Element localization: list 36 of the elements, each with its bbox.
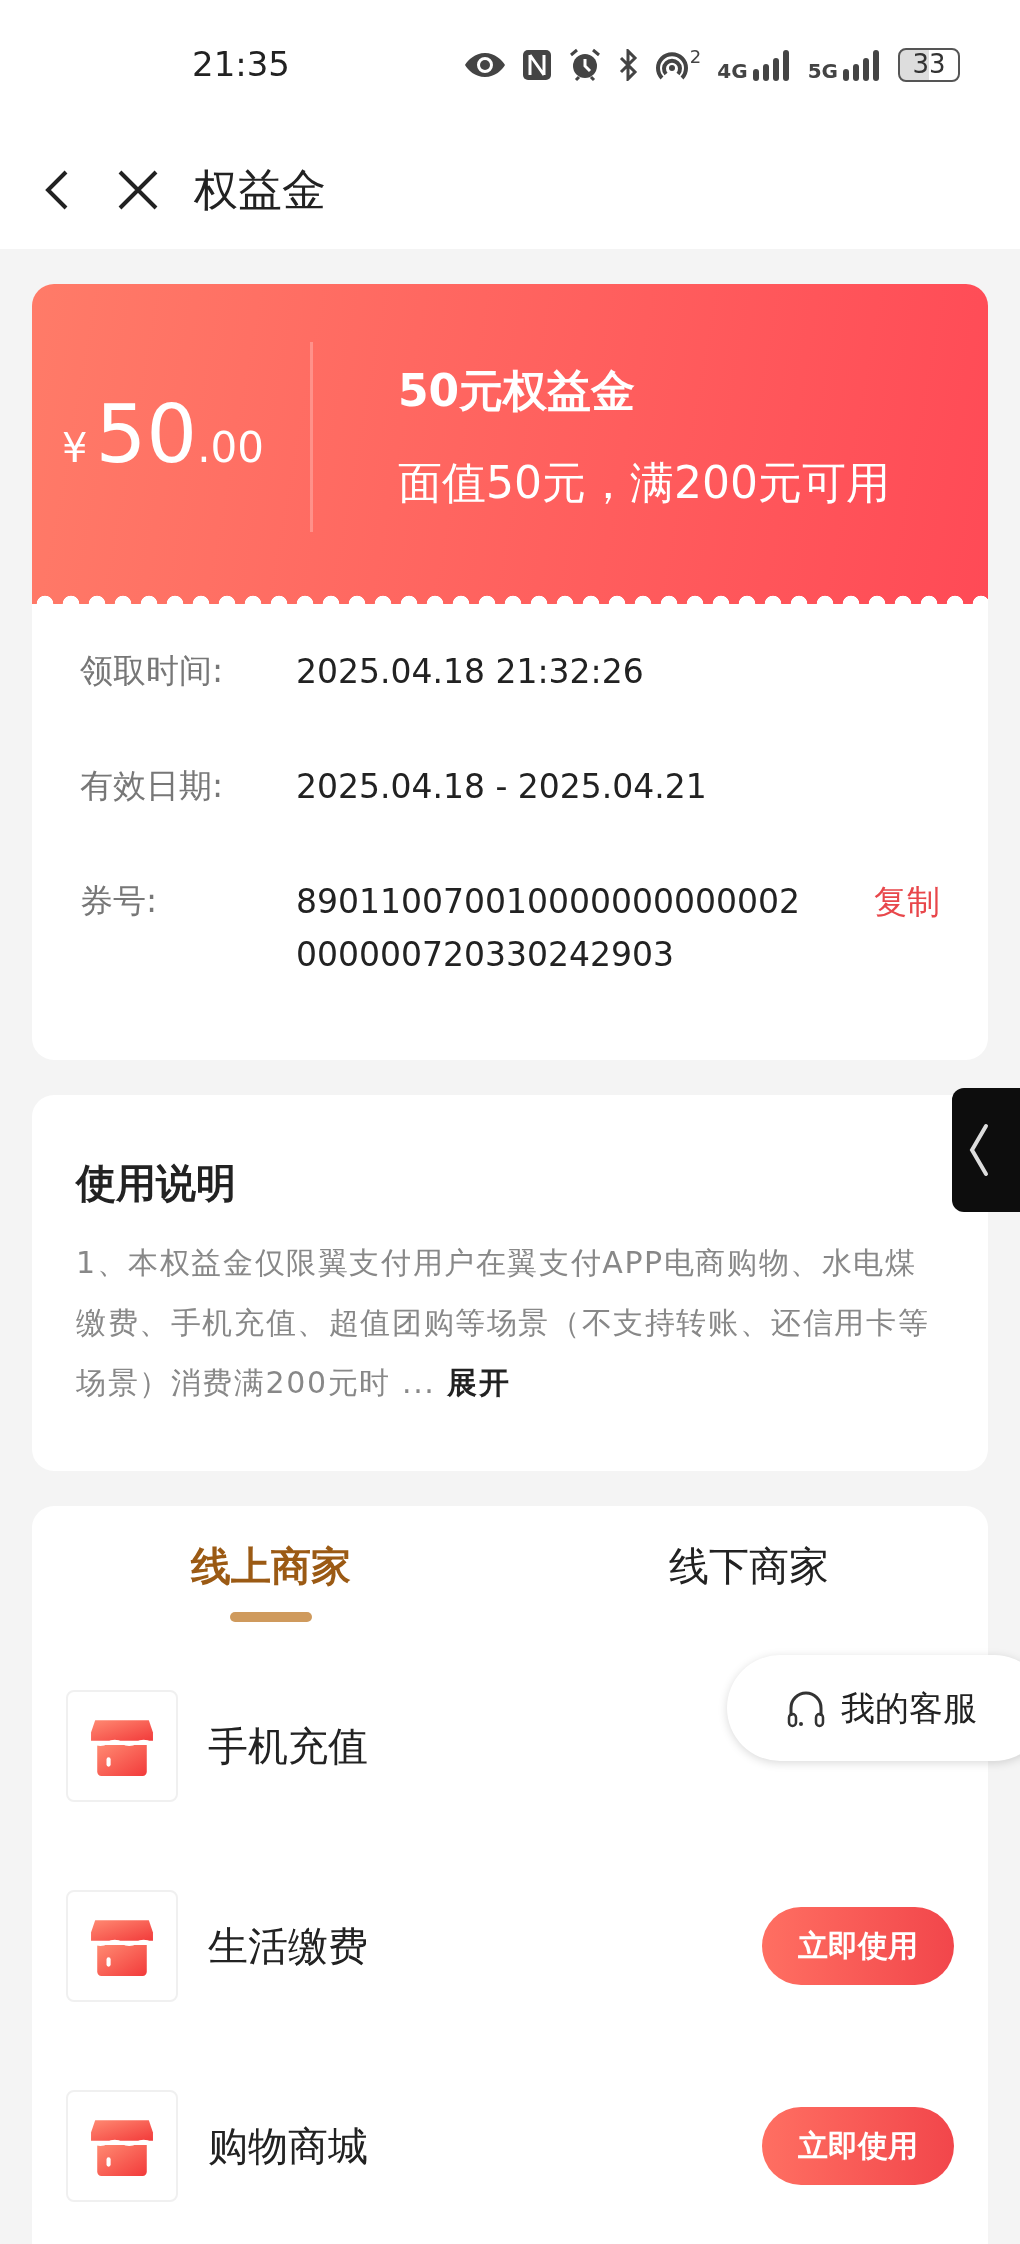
detail-label: 有效日期: [80, 765, 225, 808]
bluetooth-icon [617, 48, 638, 81]
alarm-icon [567, 47, 602, 82]
expand-link[interactable]: 展开 [447, 1364, 511, 1400]
tab[interactable]: 线上商家 [32, 1505, 510, 1622]
signal-icon [751, 48, 792, 81]
amount-decimal: .00 [197, 422, 265, 475]
detail-label: 券号: [80, 880, 159, 922]
hotspot-count: 2 [689, 47, 702, 66]
nfc-icon [521, 48, 552, 81]
network-label: 4G [717, 60, 748, 81]
status-time: 21:35 [192, 43, 290, 87]
battery-icon: 33 [898, 47, 960, 82]
merchant-name: 购物商城 [208, 2121, 368, 2171]
amount: 50 [95, 395, 198, 476]
detail-value: 890110070010000000000002000000720330242903 [296, 881, 801, 976]
detail-value: 2025.04.18 - 2025.04.21 [296, 766, 708, 809]
signal-icon [842, 48, 882, 81]
network-label: 5G [807, 60, 838, 81]
eye-icon [463, 50, 506, 79]
section-title: 使用说明 [76, 1158, 237, 1208]
detail-label: 领取时间: [80, 650, 225, 693]
detail-value: 2025.04.18 21:32:26 [296, 651, 645, 694]
currency-symbol: ¥ [62, 424, 88, 474]
usage-text: 1、本权益金仅限翼支付用户在翼支付APP电商购物、水电煤缴费、手机充值、超值团购等场景（不支持转账、还信用卡等场景）消费满200元时 ... 展开 [76, 1243, 931, 1402]
merchant-name: 手机充值 [208, 1721, 368, 1771]
side-panel-handle[interactable] [952, 1088, 1020, 1212]
tab[interactable]: 线下商家 [510, 1505, 988, 1622]
use-now-button[interactable]: 立即使用 [762, 2106, 954, 2185]
copy-link[interactable]: 复制 [874, 876, 940, 929]
customer-service-button[interactable]: 我的客服 [727, 1655, 1020, 1761]
page-title: 权益金 [194, 162, 326, 217]
merchant-name: 生活缴费 [208, 1921, 368, 1971]
coupon-title: 50元权益金 [398, 364, 637, 419]
use-now-button[interactable]: 立即使用 [762, 1906, 954, 1985]
coupon-subtitle: 面值50元，满200元可用 [398, 456, 890, 511]
